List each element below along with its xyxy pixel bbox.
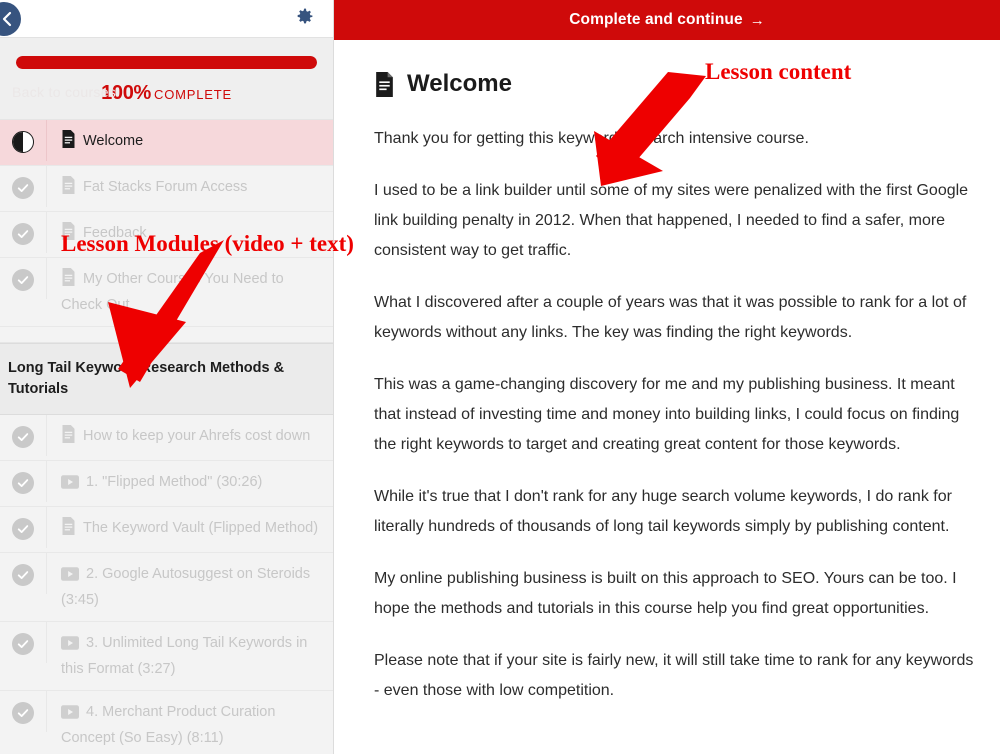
- lesson-status-cell: [0, 553, 47, 594]
- course-progress: 100% COMPLETE Back to courses: [0, 38, 333, 120]
- lesson-list-top: Welcome Fat Stacks Forum Access Feedback My…: [0, 120, 333, 327]
- sidebar-topbar: [0, 0, 333, 38]
- video-icon: [61, 704, 79, 727]
- document-icon: [61, 517, 76, 543]
- lesson-status-cell: [0, 691, 47, 732]
- lesson-title-label: 1. "Flipped Method" (30:26): [86, 474, 263, 490]
- complete-and-continue-button[interactable]: Complete and continue →: [334, 0, 1000, 40]
- video-icon: [61, 474, 79, 497]
- back-button[interactable]: [0, 2, 21, 36]
- lesson-title-label: The Keyword Vault (Flipped Method): [83, 520, 319, 536]
- check-circle-icon: [12, 425, 34, 448]
- settings-button[interactable]: [293, 8, 315, 30]
- complete-and-continue-label: Complete and continue: [569, 11, 743, 28]
- video-icon: [61, 635, 79, 658]
- lesson-content: Welcome Thank you for getting this keywo…: [334, 40, 1000, 706]
- lesson-main-panel: Complete and continue → Welcome Thank yo…: [334, 0, 1000, 754]
- lesson-title-label: 2. Google Autosuggest on Steroids (3:45): [61, 566, 311, 608]
- section-spacer: [0, 327, 333, 343]
- lesson-row-body: Welcome: [47, 120, 333, 165]
- document-icon: [61, 425, 76, 451]
- page-title: Welcome: [374, 70, 978, 98]
- half-circle-progress-icon: [12, 130, 34, 153]
- lesson-title-label: 4. Merchant Product Curation Concept (So…: [61, 704, 276, 746]
- gear-icon: [294, 6, 315, 32]
- lesson-row-body: The Keyword Vault (Flipped Method): [47, 507, 333, 552]
- chevron-left-icon: [0, 10, 13, 28]
- course-player-page: 100% COMPLETE Back to courses Welcome Fat …: [0, 0, 1000, 754]
- lesson-row-body: 2. Google Autosuggest on Steroids (3:45): [47, 553, 333, 621]
- document-icon: [374, 71, 395, 97]
- lesson-status-cell: [0, 166, 47, 207]
- check-circle-icon: [12, 222, 34, 245]
- arrow-right-icon: →: [749, 11, 765, 29]
- progress-complete-word: COMPLETE: [154, 87, 232, 102]
- lesson-paragraph: My online publishing business is built o…: [374, 570, 957, 617]
- lesson-row[interactable]: Feedback: [0, 212, 333, 258]
- check-circle-icon: [12, 268, 34, 291]
- document-icon: [61, 222, 76, 248]
- lesson-row-body: Feedback: [47, 212, 333, 257]
- lesson-status-cell: [0, 507, 47, 548]
- lesson-row[interactable]: 2. Google Autosuggest on Steroids (3:45): [0, 553, 333, 622]
- lesson-title-label: Welcome: [83, 133, 144, 149]
- course-sidebar: 100% COMPLETE Back to courses Welcome Fat …: [0, 0, 334, 754]
- lesson-paragraph: While it's true that I don't rank for an…: [374, 488, 952, 535]
- lesson-row[interactable]: Welcome: [0, 120, 333, 166]
- lesson-row[interactable]: 3. Unlimited Long Tail Keywords in this …: [0, 622, 333, 691]
- lesson-list-section: How to keep your Ahrefs cost down 1. "Fli…: [0, 415, 333, 754]
- lesson-paragraph: I used to be a link builder until some o…: [374, 182, 969, 259]
- video-icon: [61, 566, 79, 589]
- lesson-row-body: How to keep your Ahrefs cost down: [47, 415, 333, 460]
- lesson-row[interactable]: How to keep your Ahrefs cost down: [0, 415, 333, 461]
- check-circle-icon: [12, 701, 34, 724]
- lesson-status-cell: [0, 622, 47, 663]
- check-circle-icon: [12, 517, 34, 540]
- lesson-paragraph: What I discovered after a couple of year…: [374, 294, 967, 341]
- sidebar-ghost-text: Back to courses: [12, 84, 117, 100]
- lesson-paragraph: Please note that if your site is fairly …: [374, 652, 974, 699]
- lesson-row[interactable]: My Other Courses You Need to Check Out: [0, 258, 333, 327]
- document-icon: [61, 268, 76, 294]
- lesson-row[interactable]: Fat Stacks Forum Access: [0, 166, 333, 212]
- lesson-status-cell: [0, 120, 47, 161]
- sidebar-section-header: Long Tail Keyword Research Methods & Tut…: [0, 343, 333, 415]
- lesson-paragraphs: Thank you for getting this keyword resea…: [374, 124, 978, 706]
- document-icon: [61, 130, 76, 156]
- lesson-paragraph: Thank you for getting this keyword resea…: [374, 130, 809, 147]
- check-circle-icon: [12, 176, 34, 199]
- lesson-title-label: 3. Unlimited Long Tail Keywords in this …: [61, 635, 308, 677]
- lesson-row-body: Fat Stacks Forum Access: [47, 166, 333, 211]
- lesson-title-label: Feedback: [83, 225, 147, 241]
- lesson-status-cell: [0, 415, 47, 456]
- check-circle-icon: [12, 563, 34, 586]
- lesson-status-cell: [0, 461, 47, 502]
- lesson-row-body: 3. Unlimited Long Tail Keywords in this …: [47, 622, 333, 690]
- lesson-title-text: Welcome: [407, 70, 512, 97]
- lesson-title-label: Fat Stacks Forum Access: [83, 179, 248, 195]
- lesson-row-body: My Other Courses You Need to Check Out: [47, 258, 333, 326]
- check-circle-icon: [12, 471, 34, 494]
- check-circle-icon: [12, 632, 34, 655]
- progress-bar-fill: [16, 56, 317, 69]
- lesson-title-label: How to keep your Ahrefs cost down: [83, 428, 311, 444]
- lesson-title-label: My Other Courses You Need to Check Out: [61, 271, 284, 313]
- progress-bar-track: [16, 56, 317, 69]
- lesson-row[interactable]: The Keyword Vault (Flipped Method): [0, 507, 333, 553]
- lesson-row-body: 4. Merchant Product Curation Concept (So…: [47, 691, 333, 754]
- document-icon: [61, 176, 76, 202]
- lesson-row[interactable]: 1. "Flipped Method" (30:26): [0, 461, 333, 507]
- lesson-row[interactable]: 4. Merchant Product Curation Concept (So…: [0, 691, 333, 754]
- lesson-status-cell: [0, 258, 47, 299]
- lesson-row-body: 1. "Flipped Method" (30:26): [47, 461, 333, 506]
- lesson-status-cell: [0, 212, 47, 253]
- lesson-paragraph: This was a game-changing discovery for m…: [374, 376, 960, 453]
